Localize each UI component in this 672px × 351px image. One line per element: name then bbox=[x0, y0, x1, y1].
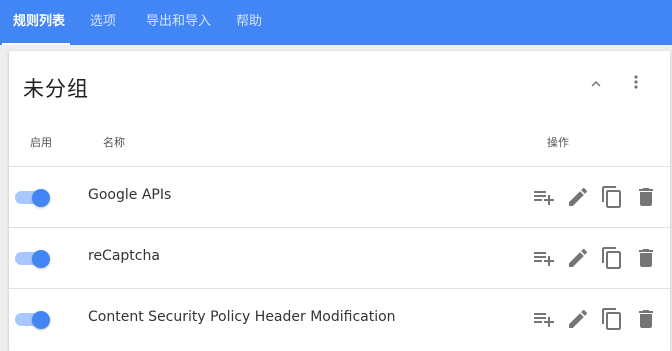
delete-icon[interactable] bbox=[634, 307, 658, 331]
copy-icon[interactable] bbox=[600, 185, 624, 209]
toggle-thumb bbox=[32, 250, 50, 268]
edit-icon[interactable] bbox=[566, 307, 590, 331]
chevron-up-icon[interactable] bbox=[587, 75, 605, 93]
rule-name: reCaptcha bbox=[88, 248, 160, 264]
rule-name: Content Security Policy Header Modificat… bbox=[88, 309, 396, 325]
tab-export-import[interactable]: 导出和导入 bbox=[146, 0, 211, 45]
column-header-enabled: 启用 bbox=[30, 136, 52, 149]
playlist-add-icon[interactable] bbox=[532, 307, 556, 331]
rule-enabled-toggle[interactable] bbox=[14, 188, 50, 207]
playlist-add-icon[interactable] bbox=[532, 185, 556, 209]
rule-row: Content Security Policy Header Modificat… bbox=[9, 289, 670, 349]
delete-icon[interactable] bbox=[634, 185, 658, 209]
rule-enabled-toggle[interactable] bbox=[14, 310, 50, 329]
more-vert-icon[interactable] bbox=[626, 72, 646, 92]
column-header-name: 名称 bbox=[103, 136, 125, 149]
toggle-thumb bbox=[32, 189, 50, 207]
tab-options[interactable]: 选项 bbox=[90, 0, 116, 45]
rule-row: reCaptcha bbox=[9, 228, 670, 288]
group-title: 未分组 bbox=[23, 77, 89, 101]
toggle-thumb bbox=[32, 311, 50, 329]
rule-name: Google APIs bbox=[88, 187, 172, 203]
delete-icon[interactable] bbox=[634, 246, 658, 270]
rule-enabled-toggle[interactable] bbox=[14, 249, 50, 268]
tab-rule-list[interactable]: 规则列表 bbox=[13, 0, 65, 45]
edit-icon[interactable] bbox=[566, 246, 590, 270]
tab-help[interactable]: 帮助 bbox=[236, 0, 262, 45]
copy-icon[interactable] bbox=[600, 307, 624, 331]
edit-icon[interactable] bbox=[566, 185, 590, 209]
column-header-actions: 操作 bbox=[547, 136, 569, 149]
tab-bar: 规则列表 选项 导出和导入 帮助 bbox=[0, 0, 672, 45]
active-tab-indicator bbox=[2, 43, 70, 45]
group-card: 未分组 启用 名称 操作 Google APIs reCaptcha Conte… bbox=[9, 51, 670, 351]
playlist-add-icon[interactable] bbox=[532, 246, 556, 270]
rule-row: Google APIs bbox=[9, 167, 670, 227]
copy-icon[interactable] bbox=[600, 246, 624, 270]
